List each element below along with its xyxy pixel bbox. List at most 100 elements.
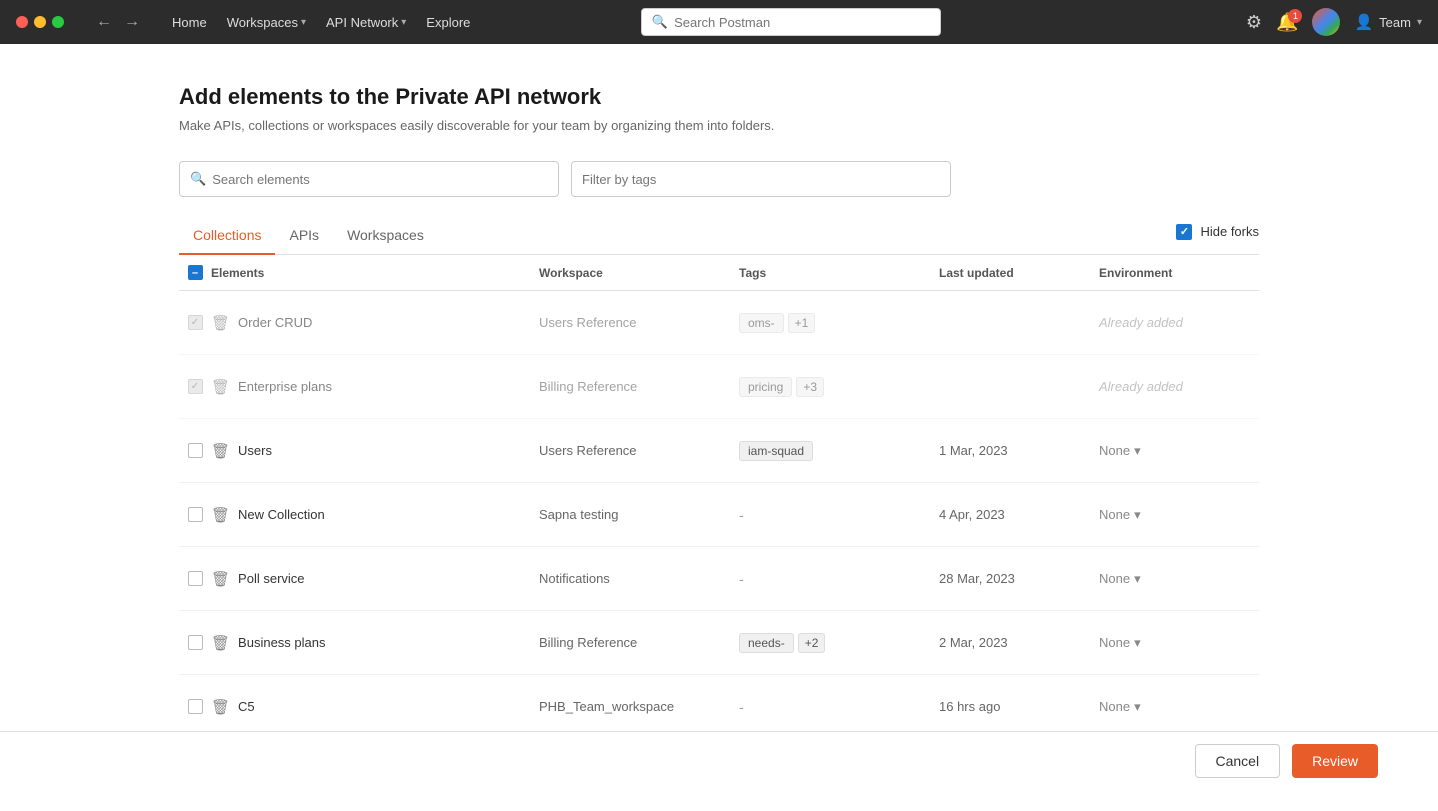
team-icon: 👤 [1354, 13, 1373, 31]
tags-cell: - [739, 699, 939, 715]
element-name: Users [238, 443, 272, 458]
maximize-window-btn[interactable] [52, 16, 64, 28]
col-header-elements: Elements [211, 266, 539, 280]
tab-collections[interactable]: Collections [179, 217, 275, 255]
environment-select-6[interactable]: None ▾ [1099, 635, 1141, 651]
review-button[interactable]: Review [1292, 744, 1378, 778]
row-checkbox-2[interactable] [188, 379, 203, 394]
notification-badge: 1 [1288, 9, 1302, 23]
nav-home[interactable]: Home [164, 11, 215, 34]
nav-links: Home Workspaces ▾ API Network ▾ Explore [164, 11, 478, 34]
table-scroll[interactable]: 🗑 Order CRUD Users Reference oms- +1 Alr… [179, 291, 1259, 731]
chevron-down-icon: ▾ [1134, 699, 1141, 715]
collection-icon: 🗑 [211, 698, 230, 716]
tags-cell: - [739, 571, 939, 587]
search-elements-input[interactable] [212, 172, 548, 187]
chevron-down-icon: ▾ [1417, 17, 1422, 28]
element-name: New Collection [238, 507, 325, 522]
page-title: Add elements to the Private API network [179, 84, 1259, 110]
no-tags: - [739, 571, 744, 587]
environment-select-7[interactable]: None ▾ [1099, 699, 1141, 715]
hide-forks-label: Hide forks [1200, 224, 1259, 239]
table-row: 🗑 Business plans Billing Reference needs… [179, 611, 1259, 675]
tabs-row: Collections APIs Workspaces Hide forks [179, 217, 1259, 255]
date-cell: 16 hrs ago [939, 699, 1099, 714]
chevron-down-icon: ▾ [301, 17, 306, 28]
date-cell: 4 Apr, 2023 [939, 507, 1099, 522]
collection-icon: 🗑 [211, 634, 230, 652]
col-header-workspace: Workspace [539, 266, 739, 280]
date-cell: 1 Mar, 2023 [939, 443, 1099, 458]
postman-logo [1312, 8, 1340, 36]
chevron-down-icon: ▾ [1134, 635, 1141, 651]
workspace-cell: Billing Reference [539, 635, 739, 650]
workspace-cell: Notifications [539, 571, 739, 586]
row-checkbox-6[interactable] [188, 635, 203, 650]
nav-explore[interactable]: Explore [418, 11, 478, 34]
tag-item: oms- [739, 313, 784, 333]
table-row: 🗑 New Collection Sapna testing - 4 Apr, … [179, 483, 1259, 547]
chevron-down-icon: ▾ [1134, 507, 1141, 523]
environment-select-3[interactable]: None ▾ [1099, 443, 1141, 459]
col-header-last-updated: Last updated [939, 266, 1099, 280]
notifications-button[interactable]: 🔔 1 [1276, 12, 1298, 33]
tab-apis[interactable]: APIs [275, 217, 333, 255]
environment-select-4[interactable]: None ▾ [1099, 507, 1141, 523]
tag-more: +3 [796, 377, 824, 397]
tag-item: iam-squad [739, 441, 813, 461]
workspace-cell: Billing Reference [539, 379, 739, 394]
global-search-input[interactable] [674, 15, 930, 30]
chevron-down-icon: ▾ [401, 17, 406, 28]
tags-cell: - [739, 507, 939, 523]
table-row: 🗑 Users Users Reference iam-squad 1 Mar,… [179, 419, 1259, 483]
collection-icon: 🗑 [211, 570, 230, 588]
main-content: Add elements to the Private API network … [119, 44, 1319, 811]
back-button[interactable]: ← [92, 9, 116, 35]
cancel-button[interactable]: Cancel [1195, 744, 1281, 778]
row-checkbox-3[interactable] [188, 443, 203, 458]
element-name: Poll service [238, 571, 304, 586]
filter-tags-input[interactable] [582, 172, 940, 187]
row-checkbox-4[interactable] [188, 507, 203, 522]
tag-more: +1 [788, 313, 816, 333]
global-search-bar[interactable]: 🔍 [641, 8, 941, 36]
tags-cell: iam-squad [739, 441, 939, 461]
tag-item: needs- [739, 633, 794, 653]
col-header-environment: Environment [1099, 266, 1259, 280]
table-header: Elements Workspace Tags Last updated Env… [179, 255, 1259, 291]
nav-api-network[interactable]: API Network ▾ [318, 11, 414, 34]
already-added-label: Already added [1099, 379, 1183, 394]
workspace-cell: Users Reference [539, 315, 739, 330]
collection-icon: 🗑 [211, 314, 230, 332]
row-checkbox-1[interactable] [188, 315, 203, 330]
search-elements-bar[interactable]: 🔍 [179, 161, 559, 197]
minimize-window-btn[interactable] [34, 16, 46, 28]
footer-buttons: Cancel Review [0, 731, 1438, 790]
hide-forks-checkbox[interactable] [1176, 224, 1192, 240]
search-elements-icon: 🔍 [190, 171, 206, 187]
table-container: Elements Workspace Tags Last updated Env… [179, 255, 1259, 731]
row-checkbox-7[interactable] [188, 699, 203, 714]
team-button[interactable]: 👤 Team ▾ [1354, 13, 1422, 31]
environment-select-5[interactable]: None ▾ [1099, 571, 1141, 587]
tags-cell: oms- +1 [739, 313, 939, 333]
forward-button[interactable]: → [120, 9, 144, 35]
row-checkbox-5[interactable] [188, 571, 203, 586]
select-all-checkbox[interactable] [188, 265, 203, 280]
filter-tags-bar[interactable] [571, 161, 951, 197]
date-cell: 28 Mar, 2023 [939, 571, 1099, 586]
element-name: Enterprise plans [238, 379, 332, 394]
hide-forks-control: Hide forks [1176, 224, 1259, 248]
nav-workspaces[interactable]: Workspaces ▾ [219, 11, 314, 34]
table-row: 🗑 Poll service Notifications - 28 Mar, 2… [179, 547, 1259, 611]
date-cell: 2 Mar, 2023 [939, 635, 1099, 650]
nav-right: ⚙ 🔔 1 👤 Team ▾ [1246, 8, 1422, 36]
tab-workspaces[interactable]: Workspaces [333, 217, 438, 255]
tag-more: +2 [798, 633, 826, 653]
tags-cell: needs- +2 [739, 633, 939, 653]
workspace-cell: Sapna testing [539, 507, 739, 522]
close-window-btn[interactable] [16, 16, 28, 28]
settings-button[interactable]: ⚙ [1246, 12, 1262, 33]
collection-icon: 🗑 [211, 442, 230, 460]
col-header-tags: Tags [739, 266, 939, 280]
